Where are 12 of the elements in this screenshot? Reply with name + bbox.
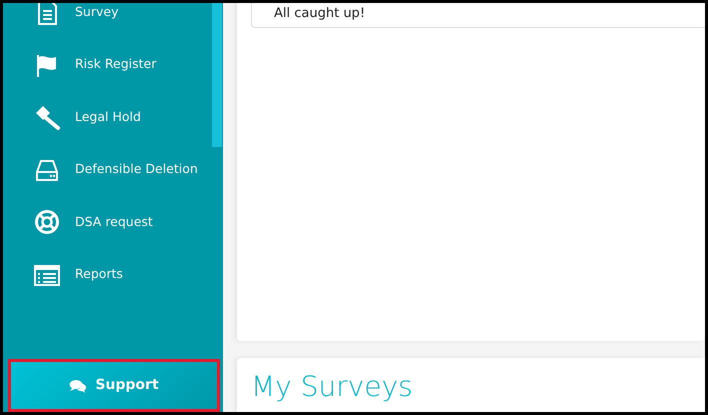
status-message: All caught up! (274, 4, 366, 23)
scrollbar-thumb[interactable] (212, 3, 222, 147)
chat-icon (69, 378, 88, 392)
sidebar-item[interactable]: Legal Hold (3, 91, 223, 144)
sidebar-item[interactable]: DSA request (3, 196, 223, 248)
sidebar-item[interactable]: Defensible Deletion (3, 144, 223, 196)
panel-title: My Surveys (251, 372, 414, 403)
sidebar-item[interactable]: Risk Register (3, 38, 223, 91)
support-button[interactable]: Support (8, 359, 220, 412)
lifebuoy-icon (33, 209, 61, 236)
sidebar-item[interactable]: Reports (3, 248, 223, 301)
sidebar-item[interactable]: Survey (3, 3, 223, 38)
